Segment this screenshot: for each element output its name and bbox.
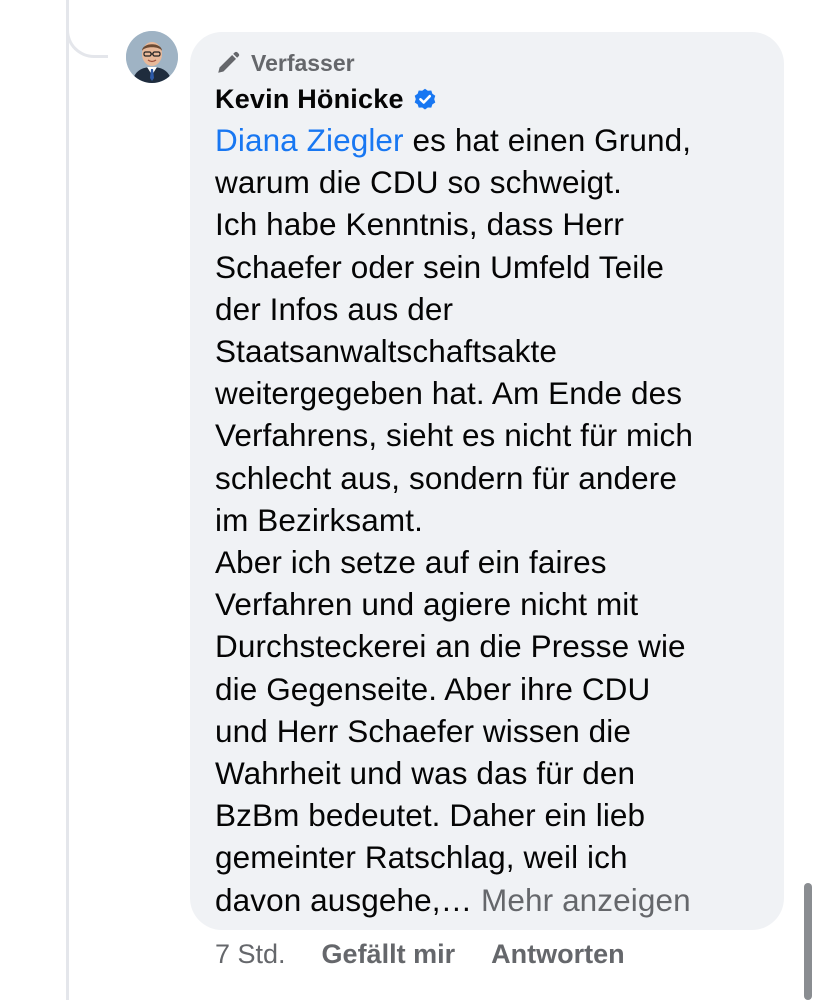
author-name[interactable]: Kevin Hönicke	[215, 84, 404, 115]
comment-bubble: Verfasser Kevin Hönicke Diana Ziegler es…	[190, 32, 784, 930]
comment-text: Diana Ziegler es hat einen Grund, warum …	[215, 119, 760, 921]
author-badge: Verfasser	[215, 48, 760, 78]
comment-thread-view: Verfasser Kevin Hönicke Diana Ziegler es…	[0, 0, 819, 1000]
comment-body-text: es hat einen Grund, warum die CDU so sch…	[215, 122, 693, 918]
author-name-row: Kevin Hönicke	[215, 80, 760, 118]
see-more-link[interactable]: Mehr anzeigen	[481, 882, 691, 918]
comment-timestamp[interactable]: 7 Std.	[215, 939, 286, 970]
scrollbar[interactable]	[804, 883, 812, 1000]
like-button[interactable]: Gefällt mir	[322, 939, 456, 970]
mention-link[interactable]: Diana Ziegler	[215, 122, 404, 158]
avatar-portrait-icon	[126, 31, 178, 83]
thread-connector	[66, 0, 108, 58]
author-badge-label: Verfasser	[251, 49, 355, 76]
verified-badge-icon	[414, 88, 435, 110]
pencil-icon	[218, 51, 240, 73]
comment-actions: 7 Std. Gefällt mir Antworten	[215, 939, 661, 970]
avatar[interactable]	[126, 31, 178, 83]
reply-button[interactable]: Antworten	[491, 939, 624, 970]
thread-line	[66, 0, 69, 1000]
